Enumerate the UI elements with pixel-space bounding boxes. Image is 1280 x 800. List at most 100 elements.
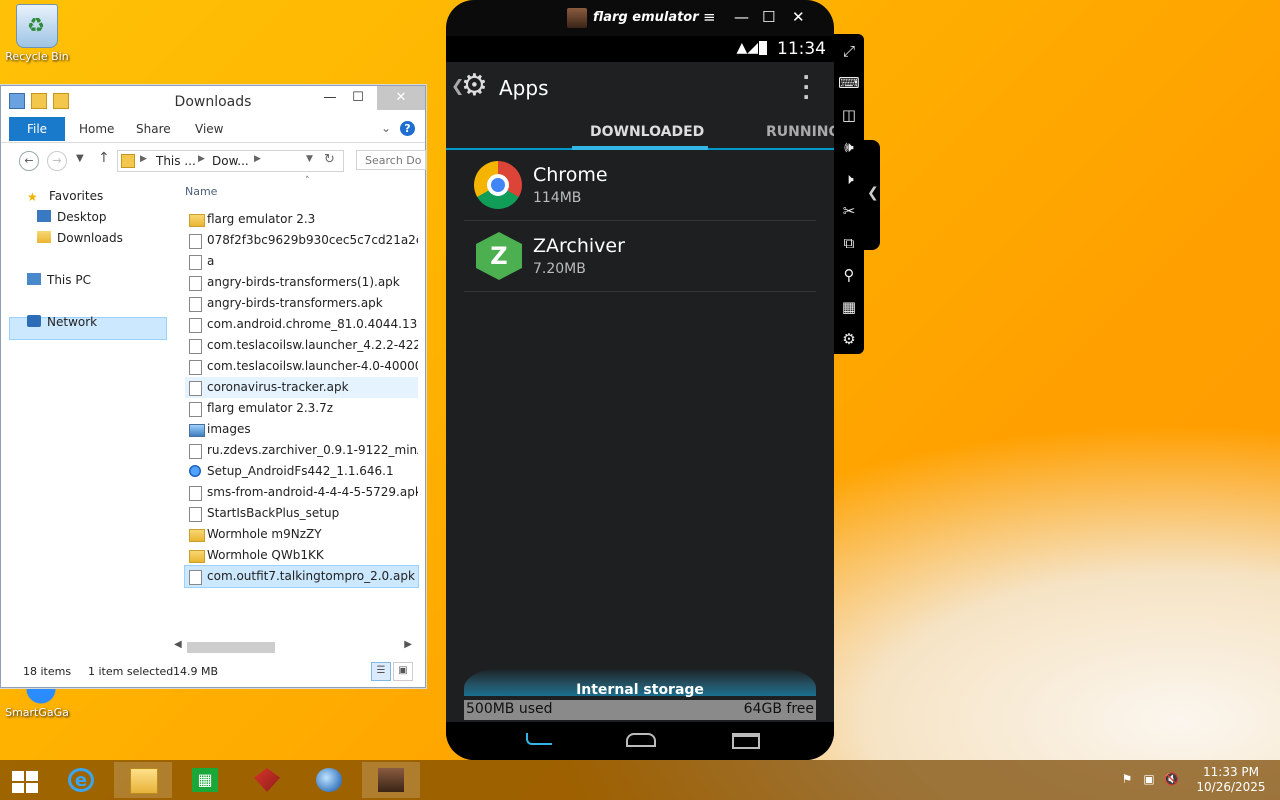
- fullscreen-icon[interactable]: ⤢: [838, 40, 860, 62]
- help-icon[interactable]: ?: [400, 121, 415, 136]
- recent-locations-chevron-icon[interactable]: ▼: [76, 153, 84, 164]
- file-name: angry-birds-transformers.apk: [207, 296, 383, 310]
- menu-icon[interactable]: ≡: [703, 8, 716, 26]
- start-button[interactable]: [0, 762, 50, 798]
- close-icon[interactable]: ✕: [792, 8, 805, 26]
- file-name: com.teslacoilsw.launcher-4.0-40000-mi: [207, 359, 418, 373]
- column-header-name[interactable]: Name: [185, 185, 217, 198]
- list-item[interactable]: angry-birds-transformers.apk: [185, 293, 418, 314]
- keyboard-icon[interactable]: ⌨: [838, 72, 860, 94]
- location-pin-icon[interactable]: ⚲: [838, 264, 860, 286]
- taskbar-file-explorer[interactable]: [114, 762, 172, 798]
- recent-apps-icon[interactable]: [732, 733, 760, 749]
- list-item[interactable]: coronavirus-tracker.apk: [185, 377, 418, 398]
- horizontal-scrollbar[interactable]: ◀ ▶: [173, 639, 417, 655]
- maximize-icon[interactable]: ☐: [762, 8, 775, 26]
- list-item-selected[interactable]: com.outfit7.talkingtompro_2.0.apk: [184, 565, 419, 588]
- tab-share[interactable]: Share: [136, 122, 171, 136]
- back-icon[interactable]: [526, 733, 552, 745]
- network-status-icon[interactable]: ▣: [1142, 772, 1156, 786]
- explorer-title-bar[interactable]: Downloads — ☐ ✕: [1, 86, 425, 116]
- list-item[interactable]: com.teslacoilsw.launcher-4.0-40000-mi: [185, 356, 418, 377]
- tab-downloaded[interactable]: DOWNLOADED: [590, 124, 704, 140]
- expand-ribbon-chevron-icon[interactable]: ⌄: [381, 121, 391, 135]
- taskbar-globe-app[interactable]: [300, 762, 358, 798]
- action-center-flag-icon[interactable]: ⚑: [1120, 772, 1134, 786]
- breadcrumb-chevron-icon[interactable]: ▶: [254, 154, 261, 164]
- breadcrumb-chevron-icon[interactable]: ▶: [198, 154, 205, 164]
- folder-icon: [189, 529, 205, 542]
- list-item[interactable]: a: [185, 251, 418, 272]
- up-arrow-icon[interactable]: ↑: [98, 150, 110, 166]
- list-item[interactable]: Wormhole QWb1KK: [185, 545, 418, 566]
- taskbar-store[interactable]: ▦: [176, 762, 234, 798]
- refresh-icon[interactable]: ↻: [324, 152, 335, 167]
- list-item[interactable]: Setup_AndroidFs442_1.1.646.1: [185, 461, 418, 482]
- list-item[interactable]: StartIsBackPlus_setup: [185, 503, 418, 524]
- list-item[interactable]: flarg emulator 2.3.7z: [185, 398, 418, 419]
- wifi-signal-icon: ▲◢: [736, 40, 758, 56]
- list-item[interactable]: Wormhole m9NzZY: [185, 524, 418, 545]
- nav-this-pc[interactable]: This PC: [27, 270, 91, 290]
- tab-running[interactable]: RUNNING: [766, 124, 834, 140]
- breadcrumb-chevron-icon[interactable]: ▶: [140, 154, 147, 164]
- shake-icon[interactable]: ▦: [838, 296, 860, 318]
- maximize-button[interactable]: ☐: [343, 86, 373, 110]
- tab-file[interactable]: File: [9, 117, 65, 141]
- scroll-thumb[interactable]: [187, 642, 275, 653]
- page-title: Apps: [499, 76, 549, 100]
- settings-gear-icon[interactable]: ⚙: [461, 70, 488, 102]
- install-apk-icon[interactable]: ◫: [838, 104, 860, 126]
- address-bar-row: ← → ▼ ↑ ▶ This ... ▶ Dow... ▶ ▼ ↻ Search…: [1, 143, 426, 175]
- volume-up-icon[interactable]: 🕪: [838, 136, 860, 158]
- app-row-zarchiver[interactable]: Z ZArchiver 7.20MB: [464, 221, 816, 292]
- scroll-left-arrow-icon[interactable]: ◀: [174, 639, 182, 650]
- tab-view[interactable]: View: [195, 122, 223, 136]
- list-item[interactable]: ru.zdevs.zarchiver_0.9.1-9122_minAPI14(: [185, 440, 418, 461]
- nav-downloads[interactable]: Downloads: [37, 228, 123, 248]
- settings-icon[interactable]: ⚙: [838, 328, 860, 350]
- collapse-toolbar-tab[interactable]: ❮: [864, 140, 880, 250]
- details-view-icon[interactable]: ☰: [371, 662, 391, 681]
- list-item[interactable]: 078f2f3bc9629b930cec5c7cd21a2e53.apk: [185, 230, 418, 251]
- volume-muted-icon[interactable]: 🔇: [1164, 772, 1179, 786]
- app-row-chrome[interactable]: Chrome 114MB: [464, 150, 816, 221]
- forward-arrow-icon[interactable]: →: [47, 151, 67, 171]
- file-name: images: [207, 422, 251, 436]
- list-item[interactable]: sms-from-android-4-4-4-5-5729.apk: [185, 482, 418, 503]
- list-item[interactable]: flarg emulator 2.3: [185, 209, 418, 230]
- search-input[interactable]: Search Do: [356, 150, 426, 170]
- list-item[interactable]: images: [185, 419, 418, 440]
- breadcrumb-downloads[interactable]: Dow...: [212, 154, 249, 168]
- taskbar-internet-explorer[interactable]: e: [52, 762, 110, 798]
- nav-downloads-label: Downloads: [57, 231, 123, 245]
- nav-network[interactable]: Network: [27, 312, 97, 332]
- minimize-button[interactable]: —: [315, 86, 345, 110]
- home-icon[interactable]: [626, 733, 656, 747]
- address-box[interactable]: ▶ This ... ▶ Dow... ▶ ▼ ↻: [117, 150, 344, 172]
- scroll-right-arrow-icon[interactable]: ▶: [404, 639, 412, 650]
- nav-desktop[interactable]: Desktop: [37, 207, 107, 227]
- back-arrow-icon[interactable]: ←: [19, 151, 39, 171]
- list-item[interactable]: angry-birds-transformers(1).apk: [185, 272, 418, 293]
- overflow-menu-icon[interactable]: · · ·: [802, 67, 810, 107]
- address-history-chevron-icon[interactable]: ▼: [306, 154, 313, 164]
- list-item[interactable]: com.android.chrome_81.0.4044.138-404: [185, 314, 418, 335]
- list-item[interactable]: com.teslacoilsw.launcher_4.2.2-42200_m: [185, 335, 418, 356]
- file-name: sms-from-android-4-4-4-5-5729.apk: [207, 485, 418, 499]
- close-button[interactable]: ✕: [377, 86, 425, 110]
- multi-instance-icon[interactable]: ⧉: [838, 232, 860, 254]
- screenshot-scissors-icon[interactable]: ✂: [838, 200, 860, 222]
- recycle-bin-icon[interactable]: Recycle Bin: [2, 4, 72, 63]
- taskbar-app-box[interactable]: [238, 762, 296, 798]
- volume-down-icon[interactable]: 🕨: [838, 168, 860, 190]
- large-icons-view-icon[interactable]: ▣: [393, 662, 413, 681]
- nav-favorites[interactable]: ★ Favorites: [27, 186, 103, 206]
- emulator-title-bar[interactable]: flarg emulator ≡ — ☐ ✕: [446, 0, 834, 36]
- taskbar-flarg-emulator[interactable]: [362, 762, 420, 798]
- tray-clock[interactable]: 11:33 PM 10/26/2025: [1196, 765, 1266, 795]
- emulator-side-toolbar: ⤢ ⌨ ◫ 🕪 🕨 ✂ ⧉ ⚲ ▦ ⚙: [834, 34, 864, 354]
- tab-home[interactable]: Home: [79, 122, 114, 136]
- breadcrumb-this-pc[interactable]: This ...: [156, 154, 196, 168]
- minimize-icon[interactable]: —: [734, 8, 749, 26]
